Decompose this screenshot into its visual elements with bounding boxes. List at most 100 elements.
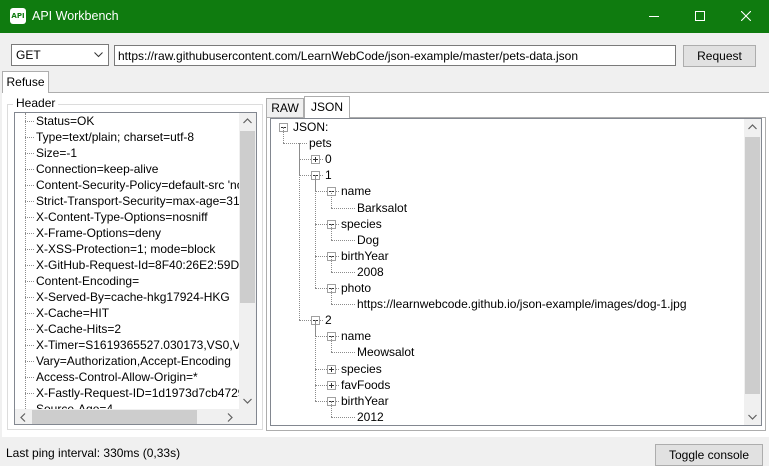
header-item[interactable]: X-Frame-Options=deny — [36, 225, 161, 241]
json-node[interactable]: birthYear — [341, 393, 389, 409]
header-item[interactable]: Type=text/plain; charset=utf-8 — [36, 129, 194, 145]
header-hscroll-thumb[interactable] — [32, 410, 197, 424]
header-item[interactable]: X-XSS-Protection=1; mode=block — [36, 241, 215, 257]
header-item[interactable]: X-Cache-Hits=2 — [36, 321, 121, 337]
header-item[interactable]: Vary=Authorization,Accept-Encoding — [36, 353, 231, 369]
scroll-up-icon[interactable] — [748, 124, 757, 130]
api-icon: API — [10, 8, 26, 24]
json-node[interactable]: 2008 — [357, 264, 384, 280]
tree-guide-line — [331, 336, 332, 352]
tab-refuse[interactable]: Refuse — [2, 71, 49, 93]
tree-guide-line — [331, 288, 332, 304]
json-vertical-scrollbar[interactable] — [744, 119, 761, 425]
json-tree[interactable]: JSON: pets 0 1 name Barksalot species Dog birthY… — [270, 118, 762, 426]
tree-connector — [25, 249, 34, 250]
tree-guide-line — [331, 256, 332, 272]
header-item[interactable]: X-Content-Type-Options=nosniff — [36, 209, 208, 225]
json-node[interactable]: species — [341, 216, 382, 232]
header-item[interactable]: Strict-Transport-Security=max-age=315360 — [36, 193, 256, 209]
header-horizontal-scrollbar[interactable] — [15, 409, 239, 424]
scroll-right-icon[interactable] — [227, 413, 233, 422]
minimize-button[interactable] — [631, 0, 677, 33]
title-bar[interactable]: API API Workbench — [0, 0, 769, 33]
tree-connector — [25, 313, 34, 314]
json-node[interactable]: Barksalot — [357, 200, 407, 216]
header-item[interactable]: X-Fastly-Request-ID=1d1973d7cb4729232 — [36, 385, 256, 401]
tree-guide-line — [315, 320, 316, 401]
maximize-button[interactable] — [677, 0, 723, 33]
tree-connector — [25, 169, 34, 170]
scroll-left-icon[interactable] — [20, 413, 26, 422]
header-item[interactable]: Connection=keep-alive — [36, 161, 158, 177]
json-node[interactable]: 2012 — [357, 409, 384, 425]
header-item[interactable]: X-Served-By=cache-hkg17924-HKG — [36, 289, 230, 305]
json-node[interactable]: birthYear — [341, 248, 389, 264]
tree-guide-line — [283, 127, 284, 143]
tree-guide-line — [331, 191, 332, 208]
header-item[interactable]: Content-Encoding= — [36, 273, 139, 289]
tree-connector — [25, 345, 34, 346]
tree-connector — [25, 153, 34, 154]
tree-connector — [25, 361, 34, 362]
scroll-down-icon[interactable] — [748, 414, 757, 420]
json-node[interactable]: JSON: — [293, 119, 328, 135]
header-scroll-thumb[interactable] — [240, 131, 255, 303]
ping-status: Last ping interval: 330ms (0,33s) — [6, 446, 181, 460]
json-node[interactable]: https://learnwebcode.github.io/json-exam… — [357, 296, 687, 312]
chevron-down-icon — [94, 52, 103, 58]
method-select[interactable]: GET — [11, 44, 109, 66]
tree-connector — [25, 297, 34, 298]
method-value: GET — [16, 48, 41, 62]
url-input[interactable] — [114, 45, 676, 66]
tab-raw[interactable]: RAW — [266, 98, 304, 118]
json-node[interactable]: name — [341, 328, 371, 344]
expand-icon[interactable] — [327, 381, 336, 390]
expand-icon[interactable] — [311, 155, 320, 164]
json-node[interactable]: favFoods — [341, 377, 390, 393]
tree-connector — [25, 265, 34, 266]
tree-connector — [25, 377, 34, 378]
tree-connector — [25, 393, 34, 394]
header-item[interactable]: X-GitHub-Request-Id=8F40:26E2:59DCC8: — [36, 257, 256, 273]
json-scroll-thumb[interactable] — [745, 137, 760, 394]
tree-connector — [331, 304, 355, 305]
header-tree[interactable]: Status=OK Type=text/plain; charset=utf-8 S… — [14, 112, 257, 425]
tree-connector — [331, 352, 355, 353]
tree-connector — [331, 272, 355, 273]
close-button[interactable] — [723, 0, 769, 33]
json-node[interactable]: photo — [341, 280, 371, 296]
tab-json[interactable]: JSON — [304, 96, 350, 118]
json-node[interactable]: name — [341, 183, 371, 199]
scroll-up-icon[interactable] — [243, 118, 252, 124]
json-node[interactable]: 0 — [325, 151, 332, 167]
tree-guide-line — [331, 224, 332, 240]
header-vertical-scrollbar[interactable] — [239, 113, 256, 409]
json-node[interactable]: Meowsalot — [357, 344, 414, 360]
json-node[interactable]: pets — [309, 135, 332, 151]
json-node[interactable]: Dog — [357, 232, 379, 248]
tree-guide-line — [25, 113, 26, 409]
toggle-console-button[interactable]: Toggle console — [655, 444, 763, 466]
header-item[interactable]: Size=-1 — [36, 145, 77, 161]
json-node[interactable]: species — [341, 361, 382, 377]
scroll-corner — [239, 409, 256, 424]
tree-connector — [331, 240, 355, 241]
tree-connector — [25, 217, 34, 218]
header-item[interactable]: Content-Security-Policy=default-src 'non… — [36, 177, 256, 193]
window-title: API Workbench — [32, 9, 119, 23]
header-item[interactable]: X-Timer=S1619365527.030173,VS0,VE0 — [36, 337, 255, 353]
json-node[interactable]: 2 — [325, 312, 332, 328]
header-item[interactable]: X-Cache=HIT — [36, 305, 109, 321]
tree-connector — [25, 233, 34, 234]
header-item[interactable]: Status=OK — [36, 113, 94, 129]
json-node[interactable]: 1 — [325, 167, 332, 183]
tree-guide-line — [315, 175, 316, 288]
header-item[interactable]: Access-Control-Allow-Origin=* — [36, 369, 198, 385]
close-icon — [741, 11, 751, 21]
expand-icon[interactable] — [327, 365, 336, 374]
maximize-icon — [695, 11, 705, 21]
scroll-down-icon[interactable] — [243, 398, 252, 404]
tree-connector — [25, 137, 34, 138]
tree-connector — [25, 185, 34, 186]
request-button[interactable]: Request — [683, 45, 756, 67]
